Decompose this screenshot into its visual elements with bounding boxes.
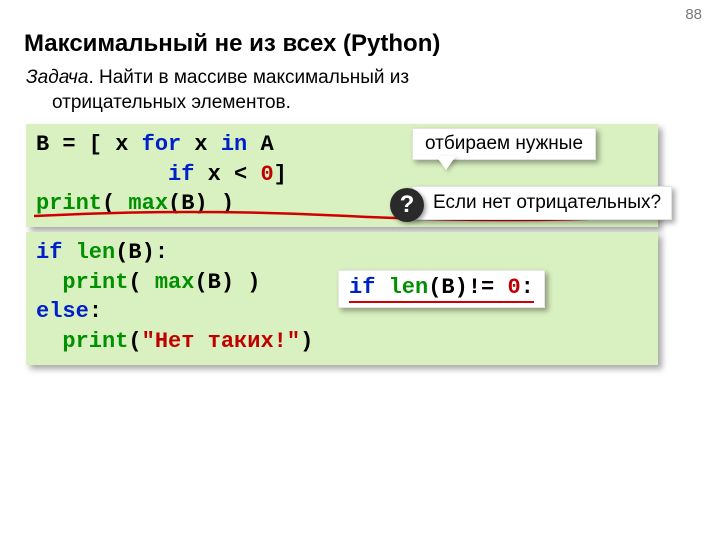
page-title: Максимальный не из всех (Python) [24, 30, 440, 58]
keyword-if: if [349, 275, 375, 300]
callout-tail-icon [436, 156, 456, 170]
code-text: ( [128, 270, 154, 295]
code-text: (B) ) [194, 270, 260, 295]
keyword-if: if [168, 162, 194, 187]
string-literal: "Нет таких!" [142, 329, 300, 354]
task-line2: отрицательных элементов. [26, 91, 456, 116]
keyword-if: if [36, 240, 62, 265]
code-text [62, 240, 75, 265]
code-indent [36, 162, 168, 187]
code-text [375, 275, 388, 300]
callout-if-no-negatives: Если нет отрицательных? [412, 186, 672, 220]
task-prefix: Задача [26, 67, 88, 88]
code-text: : [89, 299, 102, 324]
code-text: A [247, 132, 273, 157]
page-number: 88 [685, 6, 702, 23]
func-print: print [62, 270, 128, 295]
func-print: print [36, 191, 102, 216]
keyword-else: else [36, 299, 89, 324]
code-text: B = [ x [36, 132, 142, 157]
task-text: Задача. Найти в массиве максимальный из … [26, 66, 456, 115]
code-indent [36, 329, 62, 354]
code-text: (B)!= [428, 275, 507, 300]
literal-zero: 0 [507, 275, 520, 300]
func-print: print [62, 329, 128, 354]
code-indent [36, 270, 62, 295]
task-line1: . Найти в массиве максимальный из [88, 67, 409, 88]
code-text: ) [300, 329, 313, 354]
func-len: len [76, 240, 116, 265]
inline-fix-callout: if len(B)!= 0: [338, 270, 545, 308]
code-text: ( [128, 329, 141, 354]
code-text: ( [102, 191, 128, 216]
code-text: x [181, 132, 221, 157]
func-max: max [128, 191, 168, 216]
code-text: (B) ) [168, 191, 234, 216]
question-mark-icon: ? [390, 188, 424, 222]
keyword-in: in [221, 132, 247, 157]
code-text: ] [274, 162, 287, 187]
func-max: max [155, 270, 195, 295]
code-text: x < [194, 162, 260, 187]
keyword-for: for [142, 132, 182, 157]
code-text: (B): [115, 240, 168, 265]
func-len: len [389, 275, 429, 300]
literal-zero: 0 [260, 162, 273, 187]
code-text: : [521, 275, 534, 300]
